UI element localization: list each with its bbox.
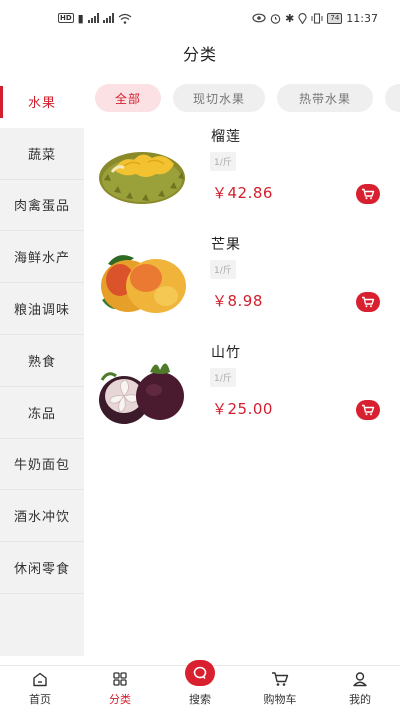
sidebar-item-label: 海鲜水产 xyxy=(13,251,70,267)
cart-icon xyxy=(362,296,375,308)
tab-tropical-fruit[interactable]: 热带水果 xyxy=(277,84,373,112)
sidebar-item-label: 粮油调味 xyxy=(13,303,70,319)
product-item[interactable]: 榴莲 1/斤 ￥42.86 xyxy=(84,120,400,228)
product-name: 芒果 xyxy=(211,237,241,253)
tab-label: 全部 xyxy=(114,91,141,106)
status-bar: HD ▮ ✱ 74 11:37 xyxy=(0,0,400,36)
tab-label: 热带水果 xyxy=(298,91,351,106)
product-price: ￥42.86 xyxy=(212,184,273,202)
sidebar-item-label: 熟食 xyxy=(27,354,56,370)
durian-image xyxy=(99,152,185,204)
category-sidebar: 水果 蔬菜 肉禽蛋品 海鲜水产 粮油调味 熟食 冻品 牛奶面包 酒水冲饮 休闲零… xyxy=(0,76,84,656)
bottom-tab-bar: 首页 分类 搜索 购物车 我的 xyxy=(0,660,400,711)
status-right: ✱ 74 11:37 xyxy=(252,12,378,25)
volte-icon: ▮ xyxy=(77,11,84,25)
search-icon xyxy=(185,660,215,686)
sidebar-item-drinks[interactable]: 酒水冲饮 xyxy=(0,490,84,543)
vibrate-icon xyxy=(311,12,323,24)
product-unit: 1/斤 xyxy=(210,260,236,279)
tabbar-item-cart[interactable]: 购物车 xyxy=(240,666,320,711)
sidebar-item-label: 蔬菜 xyxy=(27,147,56,163)
sidebar-item-frozen[interactable]: 冻品 xyxy=(0,387,84,439)
sidebar-item-label: 牛奶面包 xyxy=(13,458,70,474)
home-icon xyxy=(32,669,48,689)
sidebar-item-label: 肉禽蛋品 xyxy=(13,199,70,215)
product-item[interactable]: 山竹 1/斤 ￥25.00 xyxy=(84,336,400,444)
tabbar-item-profile[interactable]: 我的 xyxy=(320,666,400,711)
bluetooth-icon: ✱ xyxy=(285,11,295,25)
sidebar-item-cooked-food[interactable]: 熟食 xyxy=(0,335,84,387)
product-price: ￥25.00 xyxy=(212,400,273,418)
clock-time: 11:37 xyxy=(346,11,378,25)
sidebar-item-seafood[interactable]: 海鲜水产 xyxy=(0,231,84,284)
sidebar-item-grain-oil[interactable]: 粮油调味 xyxy=(0,283,84,335)
eye-icon xyxy=(252,13,266,23)
product-unit: 1/斤 xyxy=(210,152,236,171)
tab-label: 现切水果 xyxy=(192,91,245,106)
mangosteen-image xyxy=(99,363,184,424)
product-item[interactable]: 芒果 1/斤 ￥8.98 xyxy=(84,228,400,336)
product-unit: 1/斤 xyxy=(210,368,236,387)
sidebar-item-fruit[interactable]: 水果 xyxy=(0,76,84,128)
tabbar-item-search[interactable]: 搜索 xyxy=(160,660,240,711)
tabbar-label: 分类 xyxy=(109,693,131,706)
page-header: 分类 xyxy=(0,36,400,70)
tabbar-label: 首页 xyxy=(29,693,51,706)
product-name: 榴莲 xyxy=(211,129,241,145)
product-list: 榴莲 1/斤 ￥42.86 芒果 1/斤 ￥8.98 山竹 1/斤 ￥25.00 xyxy=(84,120,400,444)
sidebar-item-label: 酒水冲饮 xyxy=(13,510,70,526)
category-icon xyxy=(112,669,128,689)
tab-all[interactable]: 全部 xyxy=(95,84,161,112)
status-left: HD ▮ xyxy=(58,13,132,24)
sidebar-item-label: 休闲零食 xyxy=(13,562,70,578)
user-icon xyxy=(352,669,368,689)
sidebar-item-label: 水果 xyxy=(27,95,56,111)
cart-icon xyxy=(271,669,289,689)
page-title: 分类 xyxy=(182,45,217,64)
tabbar-label: 搜索 xyxy=(189,693,211,706)
signal-icon-1 xyxy=(87,13,99,23)
product-price: ￥8.98 xyxy=(212,292,263,310)
sidebar-item-milk-bread[interactable]: 牛奶面包 xyxy=(0,439,84,491)
wifi-icon xyxy=(118,13,132,24)
add-to-cart-button[interactable] xyxy=(356,400,380,420)
sidebar-item-snacks[interactable]: 休闲零食 xyxy=(0,542,84,594)
add-to-cart-button[interactable] xyxy=(356,292,380,312)
hd-icon: HD xyxy=(58,13,74,23)
subcategory-tabs: 全部 现切水果 热带水果 xyxy=(95,84,400,114)
sidebar-item-meat-eggs[interactable]: 肉禽蛋品 xyxy=(0,180,84,232)
tabbar-item-category[interactable]: 分类 xyxy=(80,666,160,711)
tabbar-label: 我的 xyxy=(349,693,371,706)
product-name: 山竹 xyxy=(211,345,241,361)
add-to-cart-button[interactable] xyxy=(356,184,380,204)
battery-icon: 74 xyxy=(327,12,343,24)
tab-fresh-cut-fruit[interactable]: 现切水果 xyxy=(173,84,265,112)
alarm-icon xyxy=(270,13,281,24)
sidebar-item-vegetables[interactable]: 蔬菜 xyxy=(0,128,84,180)
mango-image xyxy=(101,255,186,313)
tabbar-label: 购物车 xyxy=(263,693,297,706)
tabbar-item-home[interactable]: 首页 xyxy=(0,666,80,711)
cart-icon xyxy=(362,404,375,416)
location-icon xyxy=(298,12,307,24)
sidebar-item-label: 冻品 xyxy=(27,406,56,422)
cart-icon xyxy=(362,188,375,200)
tab-more[interactable] xyxy=(385,84,400,112)
signal-icon-2 xyxy=(102,13,114,23)
